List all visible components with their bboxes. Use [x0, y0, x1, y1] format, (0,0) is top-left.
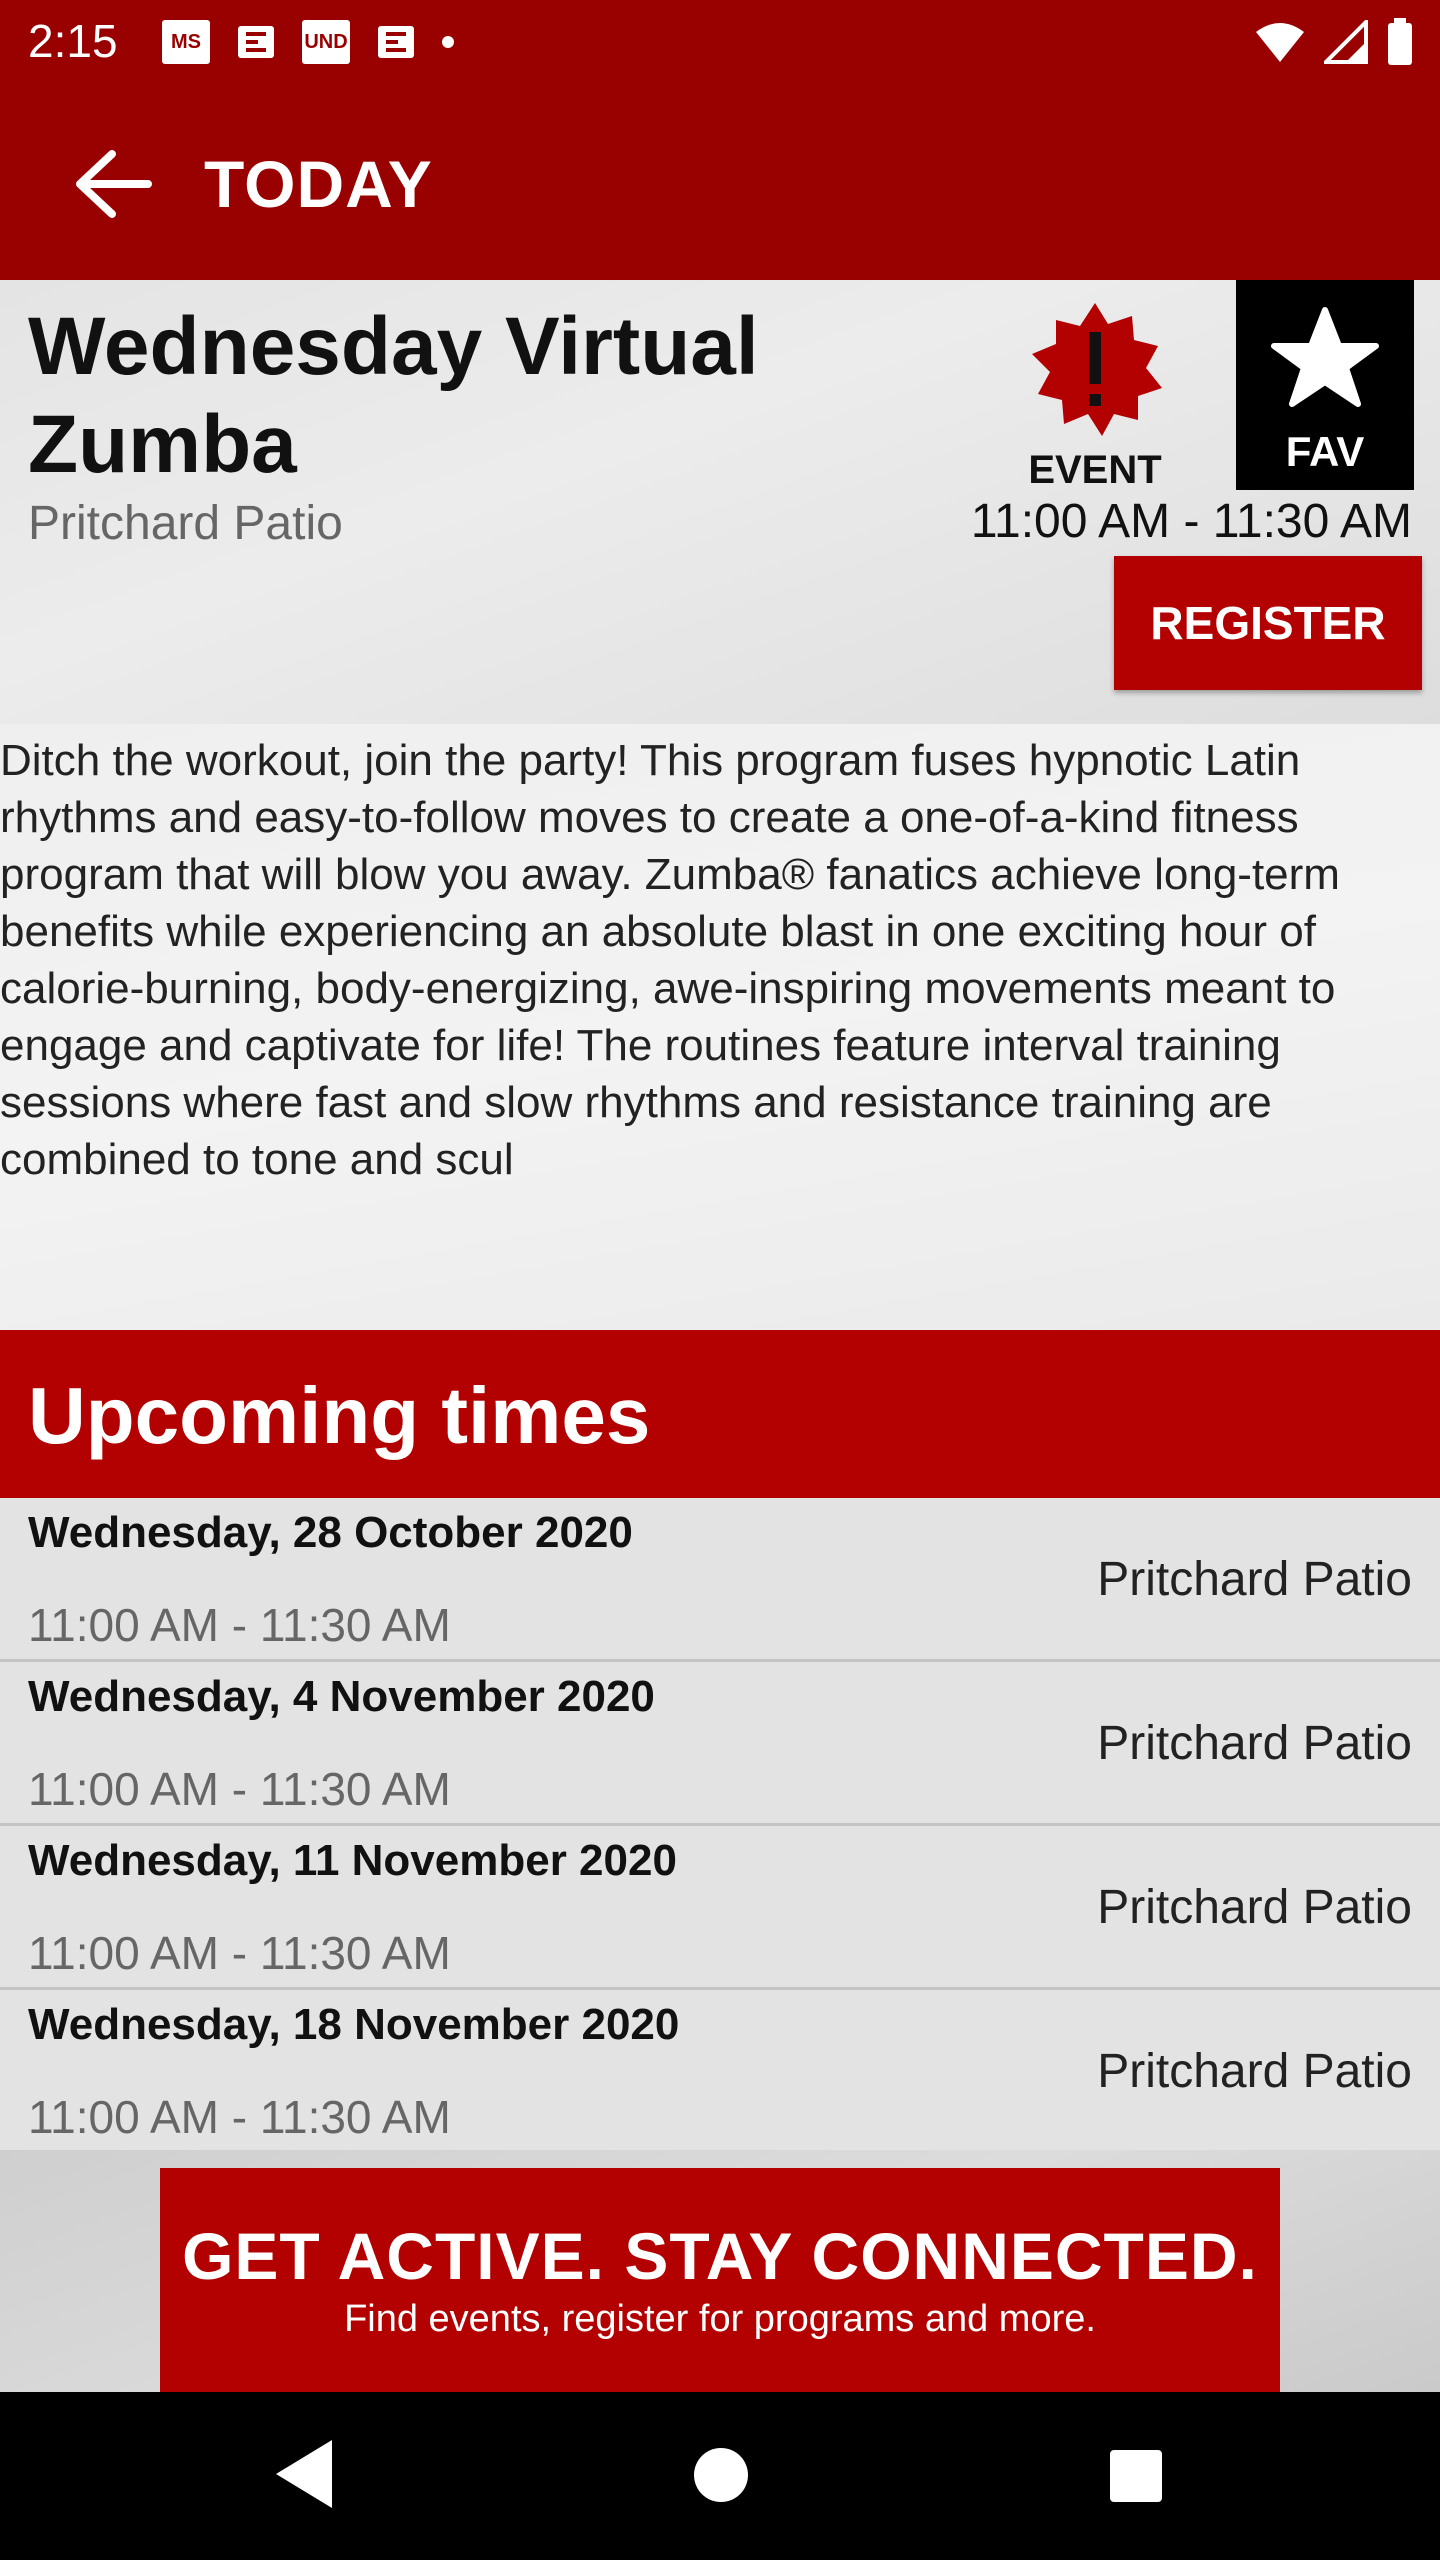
row-date: Wednesday, 28 October 2020 [28, 1508, 633, 1557]
upcoming-row[interactable]: Wednesday, 28 October 2020 11:00 AM - 11… [0, 1498, 1440, 1662]
event-header: Wednesday Virtual Zumba Pritchard Patio … [0, 280, 1440, 724]
upcoming-row[interactable]: Wednesday, 18 November 2020 11:00 AM - 1… [0, 1990, 1440, 2154]
app-bar: TODAY [0, 84, 1440, 280]
signal-icon [1324, 20, 1368, 64]
arrow-back-icon [76, 150, 152, 218]
row-place: Pritchard Patio [1097, 2045, 1412, 2098]
row-time: 11:00 AM - 11:30 AM [28, 2091, 451, 2143]
register-button[interactable]: REGISTER [1114, 556, 1422, 690]
row-time: 11:00 AM - 11:30 AM [28, 1927, 451, 1979]
event-badge: EVENT [1010, 298, 1180, 498]
wifi-icon [1256, 23, 1304, 62]
upcoming-row[interactable]: Wednesday, 4 November 2020 11:00 AM - 11… [0, 1662, 1440, 1826]
nav-home-icon[interactable] [694, 2448, 748, 2502]
event-location: Pritchard Patio [28, 497, 343, 550]
missouri-state-icon: MS [162, 20, 210, 64]
banner-subtitle: Find events, register for programs and m… [344, 2298, 1096, 2340]
und-icon: UND [302, 20, 350, 64]
upcoming-header: Upcoming times [0, 1330, 1440, 1498]
event-title: Wednesday Virtual Zumba [28, 301, 759, 490]
star-icon [1271, 307, 1379, 407]
nav-recents-icon[interactable] [1110, 2450, 1162, 2502]
nav-back-icon[interactable] [270, 2436, 340, 2512]
page-title: TODAY [204, 147, 433, 221]
row-place: Pritchard Patio [1097, 1553, 1412, 1606]
alert-burst-icon [1032, 303, 1162, 436]
event-description: Ditch the workout, join the party! This … [0, 724, 1440, 1330]
news-icon [378, 26, 414, 58]
system-nav-bar [0, 2392, 1440, 2560]
fav-label: FAV [1285, 428, 1365, 475]
upcoming-list: Wednesday, 28 October 2020 11:00 AM - 11… [0, 1498, 1440, 2154]
row-place: Pritchard Patio [1097, 1881, 1412, 1934]
row-time: 11:00 AM - 11:30 AM [28, 1599, 451, 1651]
row-time: 11:00 AM - 11:30 AM [28, 1763, 451, 1815]
description-text: Ditch the workout, join the party! This … [0, 736, 1340, 1184]
banner-title: GET ACTIVE. STAY CONNECTED. [182, 2219, 1258, 2293]
row-date: Wednesday, 4 November 2020 [28, 1672, 655, 1721]
back-button[interactable] [70, 142, 154, 226]
row-date: Wednesday, 18 November 2020 [28, 2000, 680, 2049]
status-time: 2:15 [28, 15, 118, 67]
status-bar: 2:15 MS UND [0, 0, 1440, 84]
news-icon [238, 26, 274, 58]
notification-icons: MS UND [162, 20, 454, 64]
event-time: 11:00 AM - 11:30 AM [970, 495, 1412, 548]
row-place: Pritchard Patio [1097, 1717, 1412, 1770]
upcoming-title: Upcoming times [28, 1371, 651, 1460]
battery-icon [1388, 18, 1412, 65]
more-notifications-icon [442, 36, 454, 48]
banner-area: GET ACTIVE. STAY CONNECTED. Find events,… [0, 2150, 1440, 2392]
event-badge-label: EVENT [1028, 448, 1162, 492]
row-date: Wednesday, 11 November 2020 [28, 1836, 677, 1885]
promo-banner[interactable]: GET ACTIVE. STAY CONNECTED. Find events,… [160, 2168, 1280, 2392]
system-icons [1254, 18, 1414, 66]
upcoming-row[interactable]: Wednesday, 11 November 2020 11:00 AM - 1… [0, 1826, 1440, 1990]
fav-button[interactable]: FAV [1236, 280, 1414, 490]
